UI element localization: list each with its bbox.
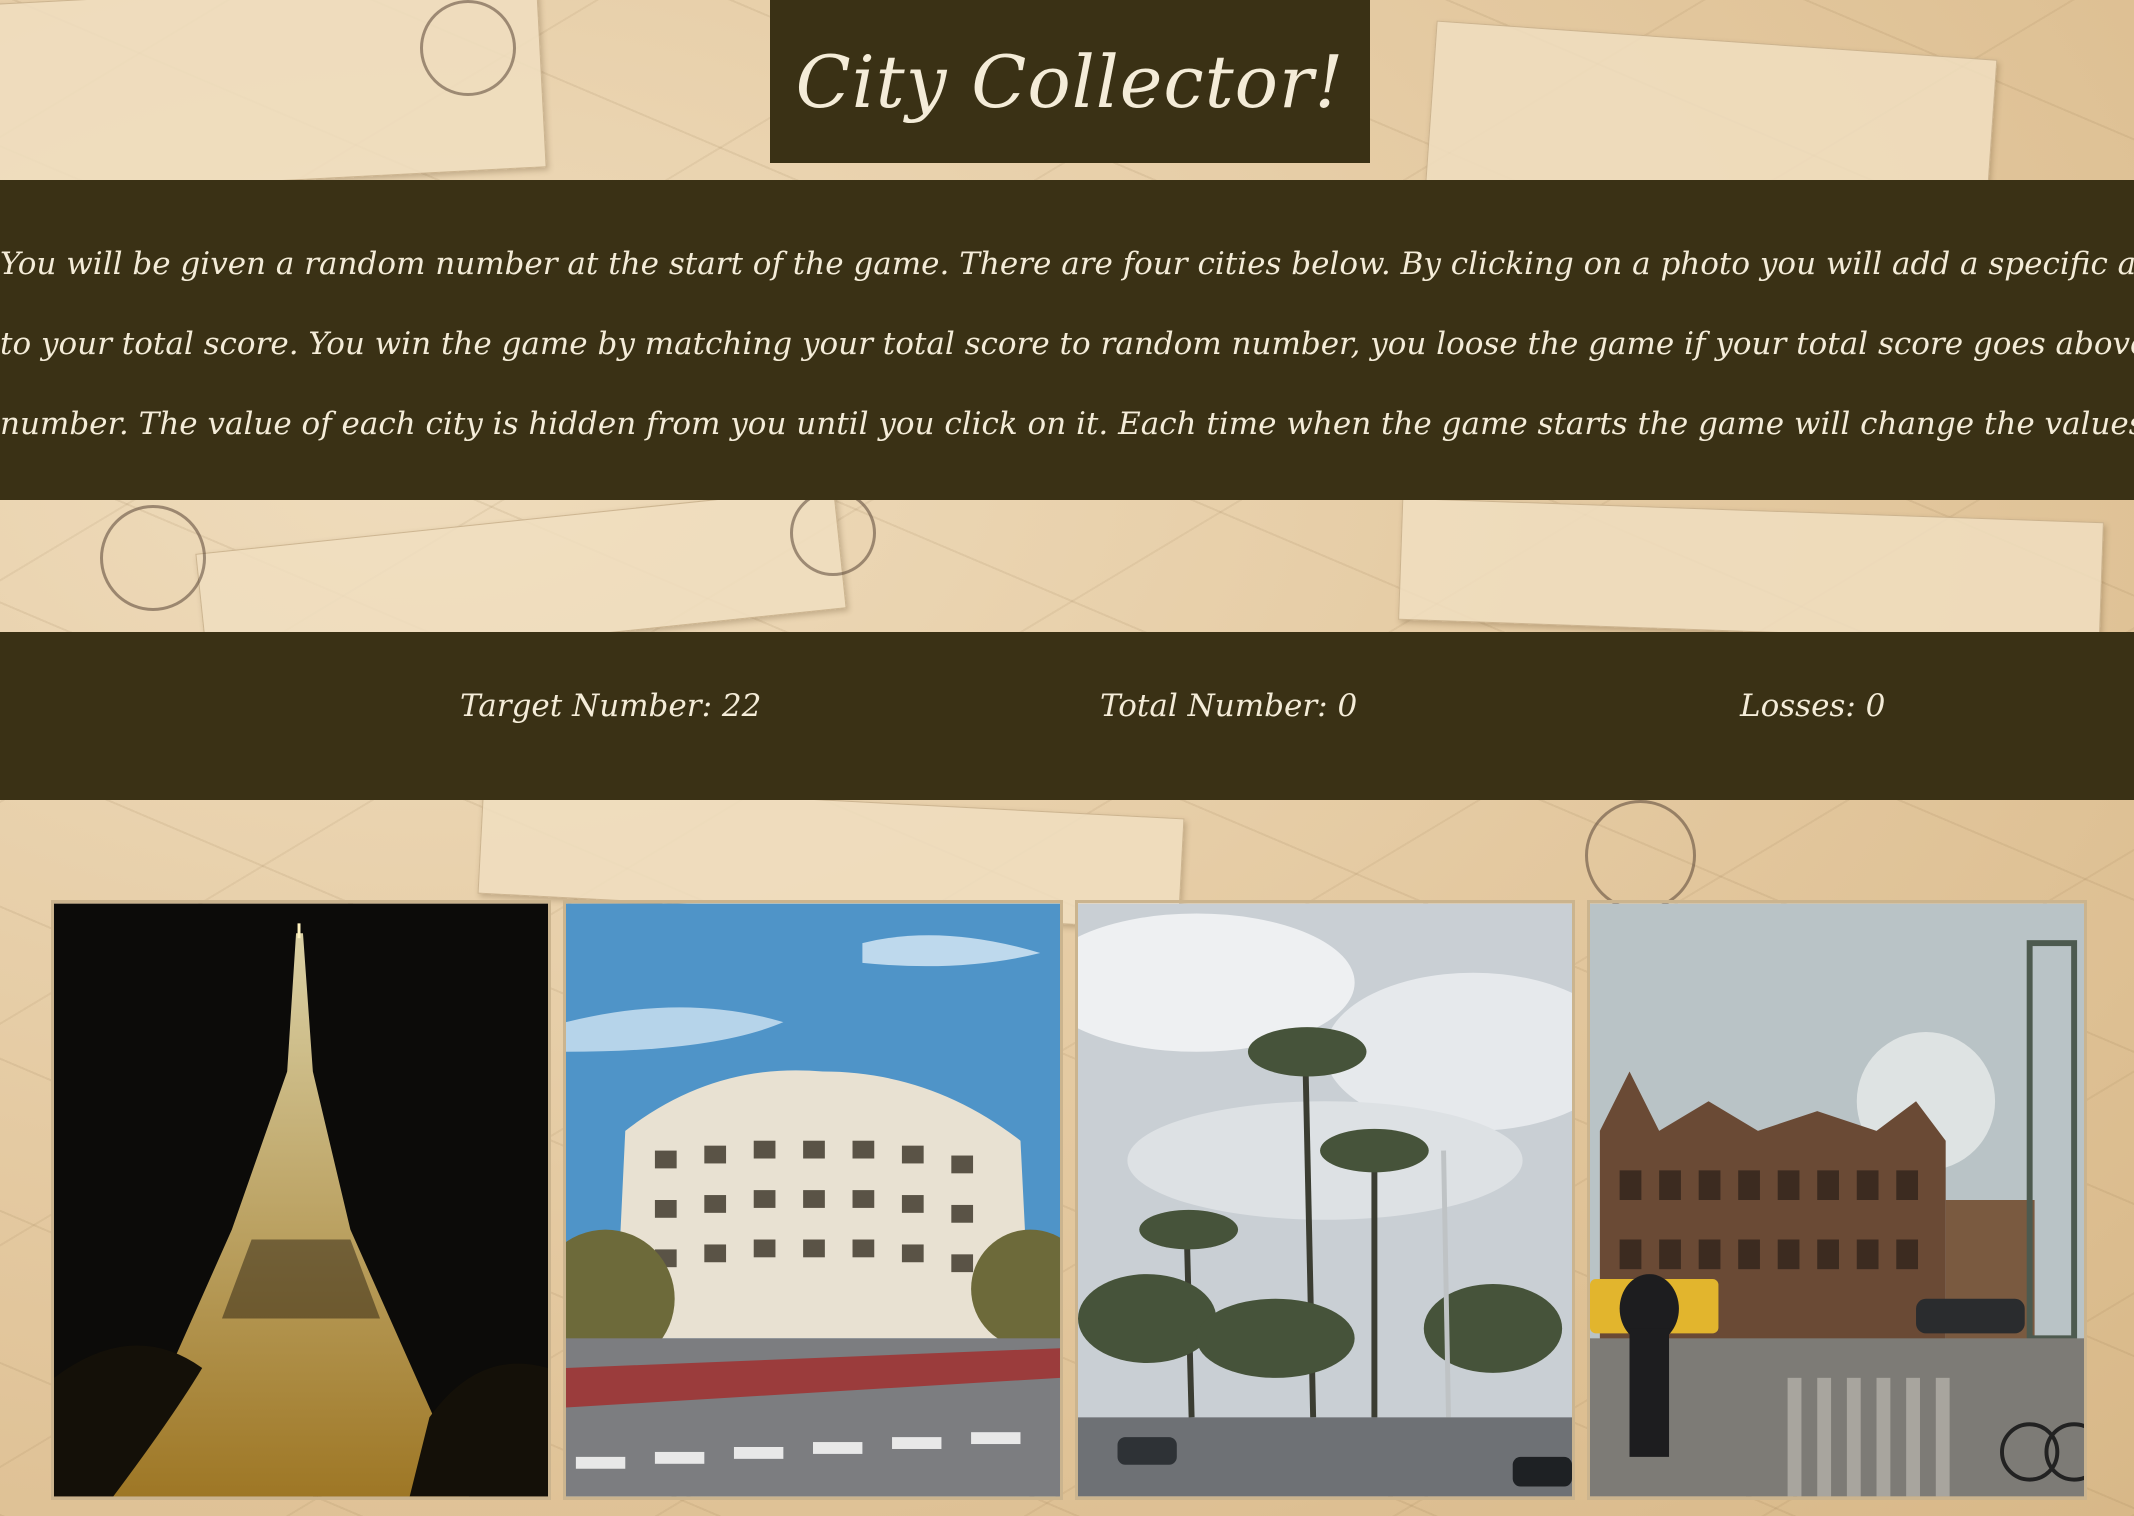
instructions-line: number. The value of each city is hidden… xyxy=(0,406,2134,442)
postcard-background xyxy=(1398,497,2104,645)
total-number: Total Number: 0 xyxy=(1100,688,1357,724)
postmark-stamp xyxy=(790,490,876,576)
losses-label: Losses: xyxy=(1740,688,1866,724)
title-banner: City Collector! xyxy=(770,0,1370,163)
city-photo-eiffel[interactable] xyxy=(51,900,551,1500)
target-number: Target Number: 22 xyxy=(460,688,761,724)
instructions-line: You will be given a random number at the… xyxy=(0,246,2134,282)
city-photo-tivoli[interactable] xyxy=(1587,900,2087,1500)
total-label: Total Number: xyxy=(1100,688,1338,724)
page-title: City Collector! xyxy=(795,39,1345,124)
tivoli-image xyxy=(1590,903,2084,1497)
city-photo-palms[interactable] xyxy=(1075,900,1575,1500)
postmark-stamp xyxy=(100,505,206,611)
scoreboard: Target Number: 22 Total Number: 0 Losses… xyxy=(0,632,2134,800)
target-value: 22 xyxy=(721,688,762,724)
losses-value: 0 xyxy=(1865,688,1886,724)
instructions-line: to your total score. You win the game by… xyxy=(0,326,2134,362)
target-label: Target Number: xyxy=(460,688,722,724)
palm-street-image xyxy=(1078,903,1572,1497)
losses-count: Losses: 0 xyxy=(1740,688,1885,724)
total-value: 0 xyxy=(1337,688,1358,724)
city-photo-barcelona[interactable] xyxy=(563,900,1063,1500)
postmark-stamp xyxy=(420,0,516,96)
casa-mila-image xyxy=(566,903,1060,1497)
postmark-stamp xyxy=(1585,800,1696,911)
eiffel-tower-image xyxy=(54,903,548,1497)
instructions-panel: You will be given a random number at the… xyxy=(0,180,2134,500)
